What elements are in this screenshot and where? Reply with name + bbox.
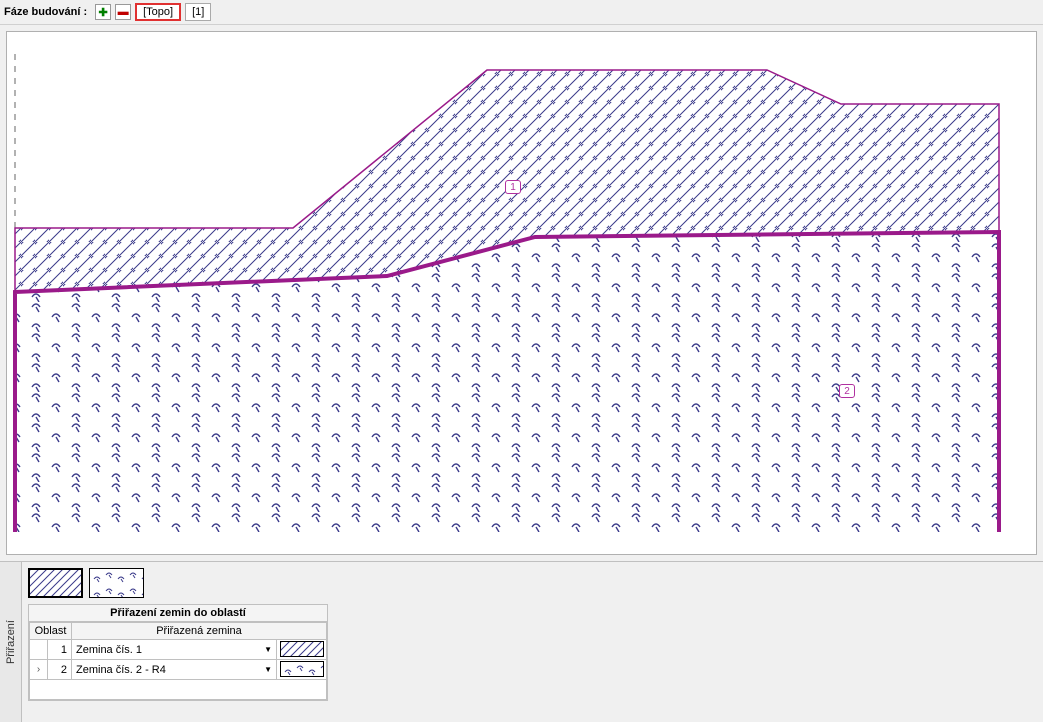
side-tab-assign[interactable]: Přiřazení (0, 562, 22, 722)
region-label-1[interactable]: 1 (505, 180, 521, 194)
row-swatch-soil-2[interactable] (280, 661, 324, 677)
bottom-content: Přiřazení zemin do oblastí Oblast Přiřaz… (22, 562, 1043, 722)
row-region-number: 2 (48, 660, 72, 680)
side-tab-label: Přiřazení (5, 620, 17, 664)
col-region: Oblast (30, 623, 72, 640)
table-filler (30, 680, 327, 700)
row-expand-button[interactable]: › (30, 660, 48, 680)
remove-stage-button[interactable]: ▬ (115, 4, 131, 20)
table-row: › 2 Zemina čís. 2 - R4 ▼ (30, 660, 327, 680)
row-expand-button[interactable] (30, 640, 48, 660)
chevron-down-icon: ▼ (264, 645, 272, 654)
soil-dropdown[interactable]: Zemina čís. 1 ▼ (72, 641, 276, 659)
col-soil: Přiřazená zemina (72, 623, 327, 640)
assignment-table: Oblast Přiřazená zemina 1 Zemina čís. 1 … (29, 622, 327, 700)
soil-palette (28, 568, 1037, 598)
stage-tab-1[interactable]: [1] (185, 3, 211, 21)
chevron-down-icon: ▼ (264, 665, 272, 674)
soil-dropdown-value: Zemina čís. 2 - R4 (76, 664, 166, 676)
cross-section-canvas[interactable]: 1 2 (6, 31, 1037, 555)
stage-toolbar-label: Fáze budování : (4, 6, 87, 18)
bottom-panel: Přiřazení Přiřazení zemin do oblastí Obl (0, 561, 1043, 722)
stage-tab-topo[interactable]: [Topo] (135, 3, 181, 21)
assignment-panel: Přiřazení zemin do oblastí Oblast Přiřaz… (28, 604, 328, 701)
stage-toolbar: Fáze budování : ✚ ▬ [Topo] [1] (0, 0, 1043, 25)
palette-swatch-soil-1[interactable] (28, 568, 83, 598)
stage-tab-label: [1] (192, 6, 204, 18)
soil-dropdown-value: Zemina čís. 1 (76, 644, 142, 656)
cross-section-svg (7, 32, 1007, 532)
soil-dropdown[interactable]: Zemina čís. 2 - R4 ▼ (72, 661, 276, 679)
palette-swatch-soil-2[interactable] (89, 568, 144, 598)
region-label-2[interactable]: 2 (839, 384, 855, 398)
add-stage-button[interactable]: ✚ (95, 4, 111, 20)
app-root: Fáze budování : ✚ ▬ [Topo] [1] (0, 0, 1043, 722)
table-row: 1 Zemina čís. 1 ▼ (30, 640, 327, 660)
plus-icon: ✚ (99, 6, 108, 19)
stage-tab-label: [Topo] (143, 6, 173, 18)
row-region-number: 1 (48, 640, 72, 660)
minus-icon: ▬ (118, 6, 129, 18)
assignment-title: Přiřazení zemin do oblastí (29, 605, 327, 622)
row-swatch-soil-1[interactable] (280, 641, 324, 657)
